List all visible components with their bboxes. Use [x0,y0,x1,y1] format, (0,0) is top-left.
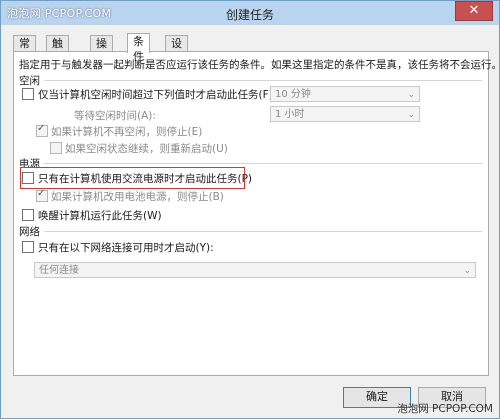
close-button[interactable]: ✕ [455,1,493,21]
wait-idle-value: 1 小时 [275,109,305,120]
highlight-box [20,167,245,189]
restart-if-idle-label: 如果空闲状态继续，则重新启动(U) [65,143,228,155]
restart-if-idle-checkbox[interactable] [50,142,62,154]
stop-on-battery-checkbox[interactable] [36,188,48,202]
stop-if-not-idle-label: 如果计算机不再空闲，则停止(E) [51,126,203,138]
create-task-window: 泡泡网 PCPOP.COM 创建任务 ✕ 常规 触发器 操作 条件 设置 指定用… [0,0,500,419]
start-if-network-checkbox[interactable] [22,241,34,253]
power-divider [44,163,482,164]
network-connection-select[interactable]: 任何连接 ⌄ [34,262,476,278]
wake-to-run-label: 唤醒计算机运行此任务(W) [38,210,162,222]
window-title: 创建任务 [225,8,274,22]
start-if-idle-label: 仅当计算机空闲时间超过下列值时才启动此任务(F): [38,89,277,101]
tab-actions[interactable]: 操作 [90,35,113,65]
wait-idle-select[interactable]: 1 小时 ⌄ [270,106,420,122]
network-connection-value: 任何连接 [39,265,79,276]
wake-to-run-checkbox[interactable] [22,209,34,221]
network-section-label: 网络 [19,226,40,238]
chevron-down-icon: ⌄ [407,90,415,100]
conditions-description: 指定用于与触发器一起判断是否应运行该任务的条件。如果这里指定的条件不是真，该任务… [19,59,500,71]
tab-triggers[interactable]: 触发器 [46,35,69,80]
watermark-bottom: 泡泡网 PCPOP.COM [397,403,493,415]
chevron-down-icon: ⌄ [463,266,471,276]
tab-settings[interactable]: 设置 [165,35,188,65]
stop-if-not-idle-checkbox[interactable] [36,123,48,137]
network-divider [44,231,482,232]
idle-duration-value: 10 分钟 [275,89,311,100]
idle-divider [44,80,482,81]
stop-on-battery-label: 如果计算机改用电池电源，则停止(B) [51,191,224,203]
tab-general[interactable]: 常规 [13,35,36,65]
conditions-panel: 指定用于与触发器一起判断是否应运行该任务的条件。如果这里指定的条件不是真，该任务… [13,51,500,376]
close-icon: ✕ [468,3,480,18]
wait-idle-label: 等待空闲时间(A): [74,110,156,122]
chevron-down-icon: ⌄ [407,110,415,120]
tab-conditions[interactable]: 条件 [127,33,150,63]
start-if-idle-checkbox[interactable] [22,88,34,100]
idle-section-label: 空闲 [19,75,40,87]
title-bar: 泡泡网 PCPOP.COM 创建任务 ✕ [1,1,499,25]
start-if-network-label: 只有在以下网络连接可用时才启动(Y): [38,242,214,254]
idle-duration-select[interactable]: 10 分钟 ⌄ [270,86,420,102]
